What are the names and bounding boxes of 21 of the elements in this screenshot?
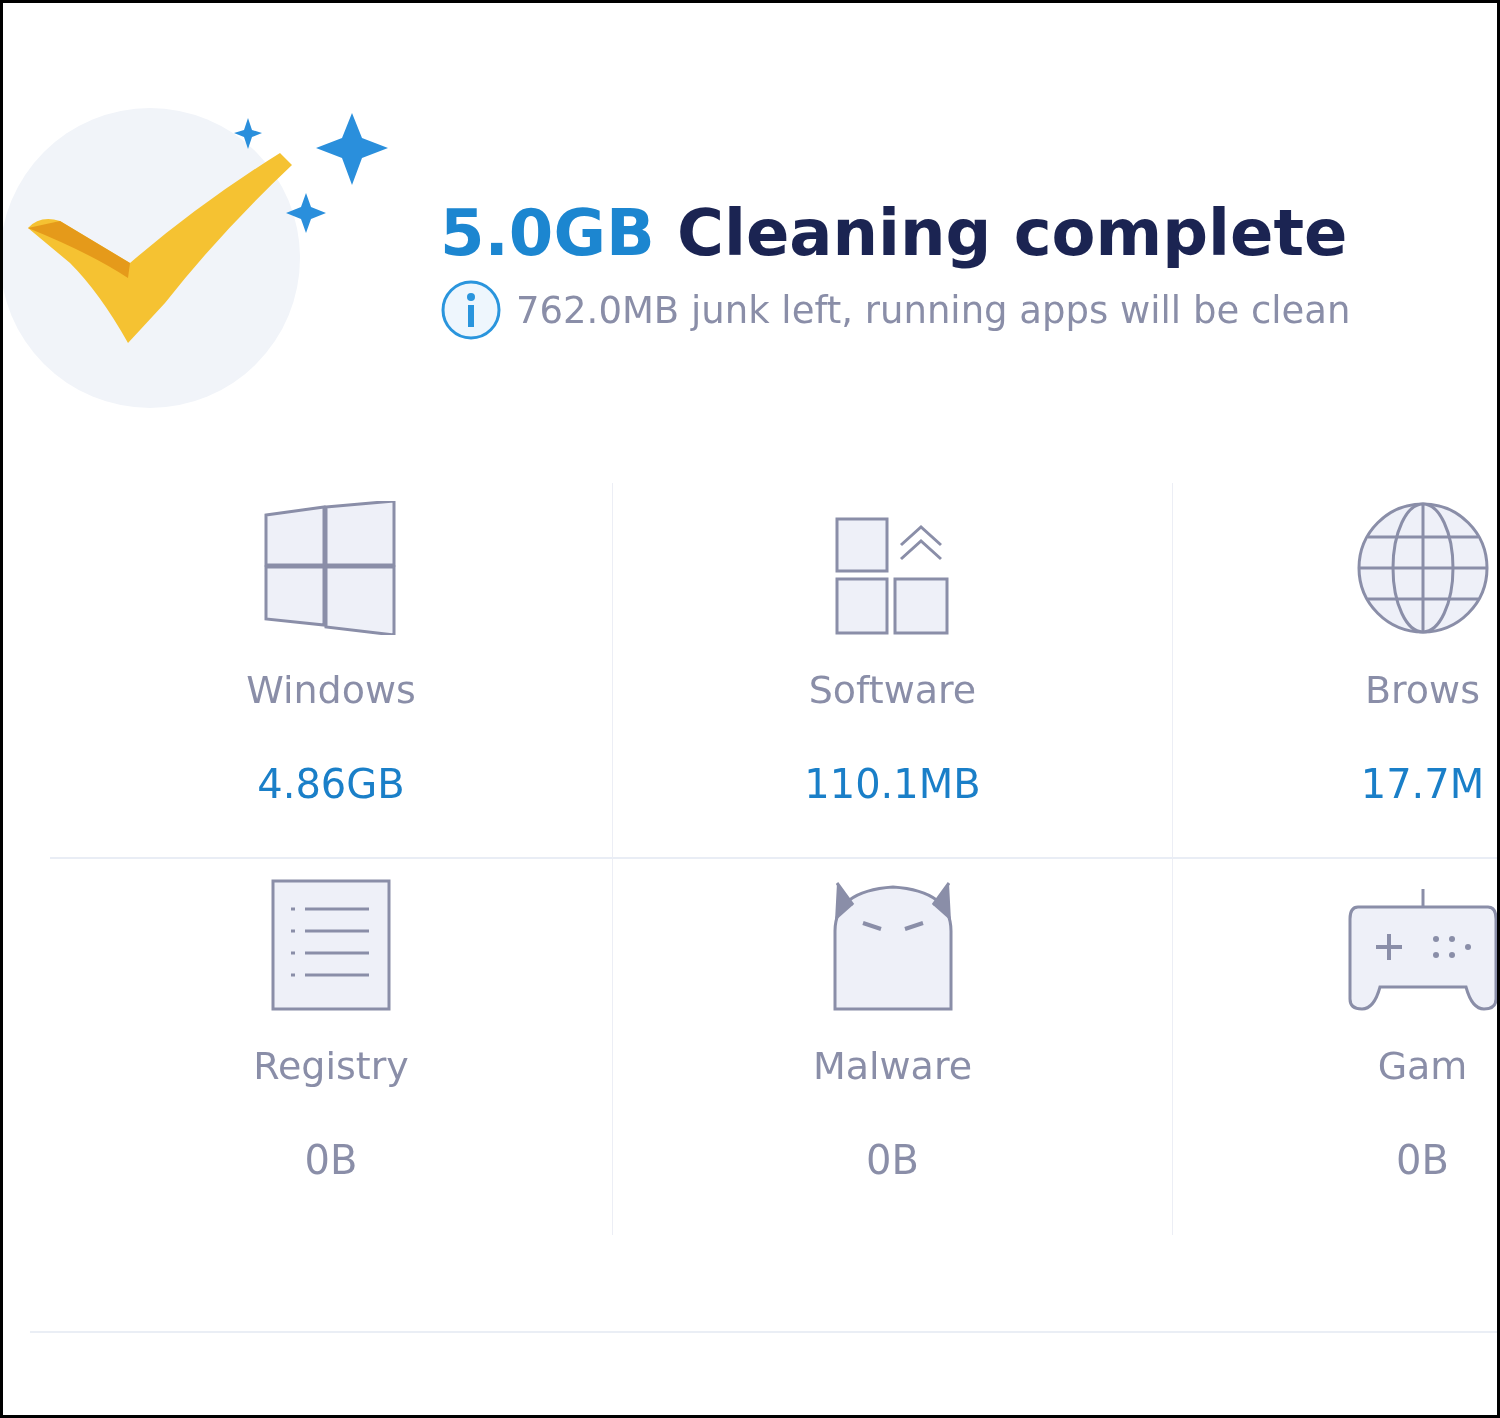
- category-label: Software: [808, 667, 977, 714]
- junk-size: 0B: [1396, 1136, 1449, 1185]
- junk-size: 17.7M: [1360, 760, 1485, 809]
- junk-size: 4.86GB: [257, 760, 405, 809]
- app-blocks-icon: [834, 515, 951, 635]
- category-label: Registry: [253, 1043, 409, 1090]
- windows-logo-icon: [264, 501, 398, 635]
- category-label: Malware: [812, 1043, 973, 1090]
- junk-size: 0B: [304, 1136, 358, 1185]
- junk-left-note: 762.0MB junk left, running apps will be clean: [516, 288, 1351, 332]
- category-label: Brows: [1365, 667, 1480, 714]
- category-label: Gam: [1377, 1043, 1468, 1090]
- cleaned-amount: 5.0GB: [440, 196, 655, 270]
- junk-size: 110.1MB: [804, 760, 981, 809]
- document-list-icon: [271, 879, 391, 1011]
- status-title: Cleaning complete: [676, 196, 1348, 270]
- category-label: Windows: [246, 667, 416, 714]
- gamepad-icon: [1347, 887, 1497, 1011]
- info-icon: [440, 279, 502, 341]
- globe-icon: [1355, 501, 1490, 635]
- junk-size: 0B: [866, 1136, 919, 1185]
